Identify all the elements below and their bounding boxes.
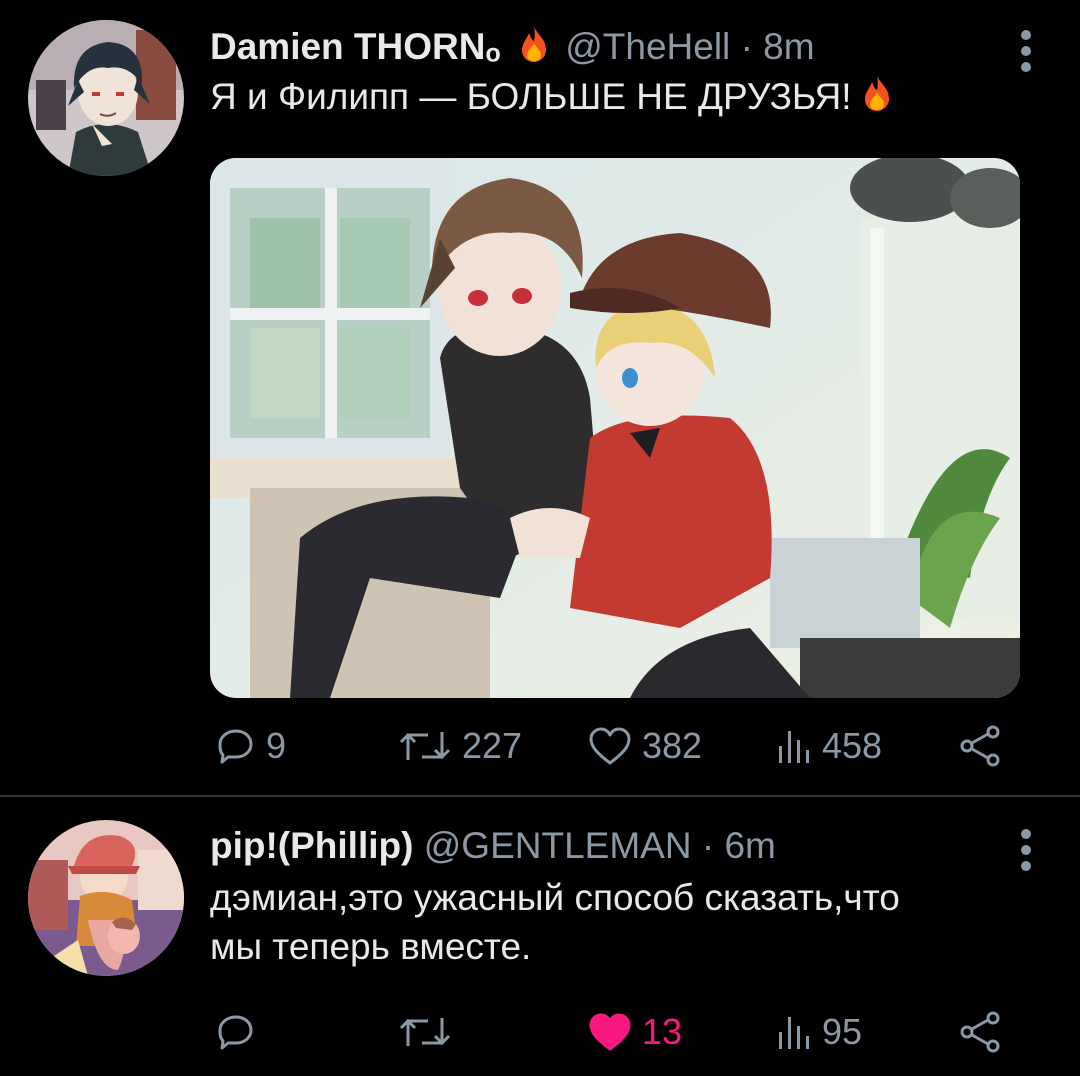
author-name[interactable]: pip!(Phillip): [210, 825, 413, 866]
like-button[interactable]: 382: [588, 716, 702, 776]
tweet-text: дэмиан,это ужасный способ сказать,что мы…: [210, 873, 1050, 971]
avatar[interactable]: [28, 820, 184, 976]
share-button[interactable]: [958, 1002, 1002, 1062]
tweet-text-line: мы теперь вместе.: [210, 926, 532, 967]
author-handle[interactable]: @TheHell: [565, 26, 730, 67]
action-bar: 13 95: [210, 1002, 1020, 1062]
reply-button[interactable]: 9: [216, 716, 286, 776]
like-button[interactable]: 13: [588, 1002, 682, 1062]
retweet-icon: [399, 732, 451, 760]
tweet-text: Я и Филипп — БОЛЬШЕ НЕ ДРУЗЬЯ!: [210, 72, 892, 124]
tweet-text-line: дэмиан,это ужасный способ сказать,что: [210, 877, 900, 918]
avatar[interactable]: [28, 20, 184, 176]
timestamp: 8m: [763, 26, 815, 67]
retweet-button[interactable]: [398, 1002, 462, 1062]
like-count: 382: [642, 725, 703, 766]
separator-dot: ·: [740, 26, 764, 67]
tweet-header: pip!(Phillip) @GENTLEMAN · 6m: [210, 823, 776, 869]
share-icon: [960, 1011, 1000, 1053]
tweet-header: Damien THORNₒ @TheHell · 8m: [210, 24, 815, 74]
fire-icon: [519, 25, 549, 74]
views-button[interactable]: 458: [776, 716, 882, 776]
fire-icon: [862, 74, 892, 124]
views-button[interactable]: 95: [776, 1002, 862, 1062]
tweet[interactable]: pip!(Phillip) @GENTLEMAN · 6m дэмиан,это…: [0, 797, 1080, 1076]
retweet-button[interactable]: 227: [398, 716, 522, 776]
like-count: 13: [642, 1011, 683, 1052]
author-name[interactable]: Damien THORNₒ: [210, 26, 501, 67]
separator-dot: ·: [701, 825, 725, 866]
views-icon: [779, 731, 809, 763]
reply-button[interactable]: [216, 1002, 266, 1062]
tweet[interactable]: Damien THORNₒ @TheHell · 8m Я и Филипп —…: [0, 0, 1080, 795]
tweet-text-content: Я и Филипп — БОЛЬШЕ НЕ ДРУЗЬЯ!: [210, 76, 852, 117]
like-icon: [589, 1013, 631, 1051]
view-count: 458: [822, 725, 883, 766]
share-icon: [960, 725, 1000, 767]
reply-count: 9: [266, 725, 287, 766]
retweet-count: 227: [462, 725, 523, 766]
more-icon[interactable]: [1020, 30, 1032, 78]
reply-icon: [218, 729, 253, 764]
reply-icon: [218, 1015, 253, 1050]
tweet-image[interactable]: [210, 158, 1020, 698]
views-icon: [779, 1017, 809, 1049]
retweet-icon: [399, 1018, 451, 1046]
more-icon[interactable]: [1020, 829, 1032, 877]
timestamp: 6m: [724, 825, 776, 866]
share-button[interactable]: [958, 716, 1002, 776]
view-count: 95: [822, 1011, 863, 1052]
author-handle[interactable]: @GENTLEMAN: [424, 825, 692, 866]
like-icon: [589, 727, 631, 765]
action-bar: 9 227 382 458: [210, 716, 1020, 776]
